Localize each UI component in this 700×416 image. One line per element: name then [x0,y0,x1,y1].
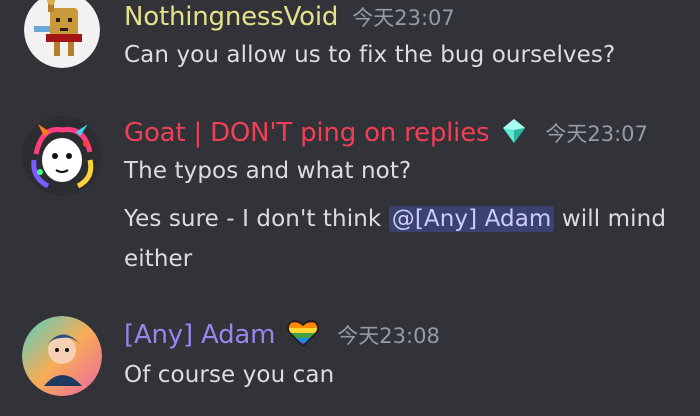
message-header: Goat | DON'T ping on replies 今天23:07 [124,118,648,148]
avatar[interactable] [22,116,102,196]
user-mention[interactable]: @[Any] Adam [388,206,555,232]
avatar-image [22,116,102,196]
message-header: NothingnessVoid 今天23:07 [124,2,455,32]
message-item: NothingnessVoid 今天23:07 Can you allow us… [0,0,700,90]
username[interactable]: [Any] Adam [124,320,275,350]
message-item: Goat | DON'T ping on replies 今天23:07 The… [0,110,700,280]
timestamp[interactable]: 今天23:08 [337,320,440,350]
username[interactable]: Goat | DON'T ping on replies [124,118,490,148]
message-text-segment: will mind [554,206,667,232]
message-text-line: Yes sure - I don't think @[Any] Adam wil… [124,206,666,232]
diamond-icon [501,118,527,148]
avatar-image [22,316,102,396]
username[interactable]: NothingnessVoid [124,2,338,32]
avatar[interactable] [24,0,100,68]
message-header: [Any] Adam 今天23:08 [124,318,440,352]
message-text-line: either [124,246,193,272]
message-text: Of course you can [124,362,335,388]
timestamp[interactable]: 今天23:07 [545,118,648,148]
timestamp[interactable]: 今天23:07 [352,2,455,32]
rainbow-heart-icon [287,318,320,352]
message-text-segment: Yes sure - I don't think [124,206,389,232]
message-item: [Any] Adam 今天23:08 Of course you can [0,306,700,416]
message-text: The typos and what not? [124,158,412,184]
avatar[interactable] [22,316,102,396]
message-text: Can you allow us to fix the bug ourselve… [124,42,616,68]
avatar-image [24,0,100,68]
